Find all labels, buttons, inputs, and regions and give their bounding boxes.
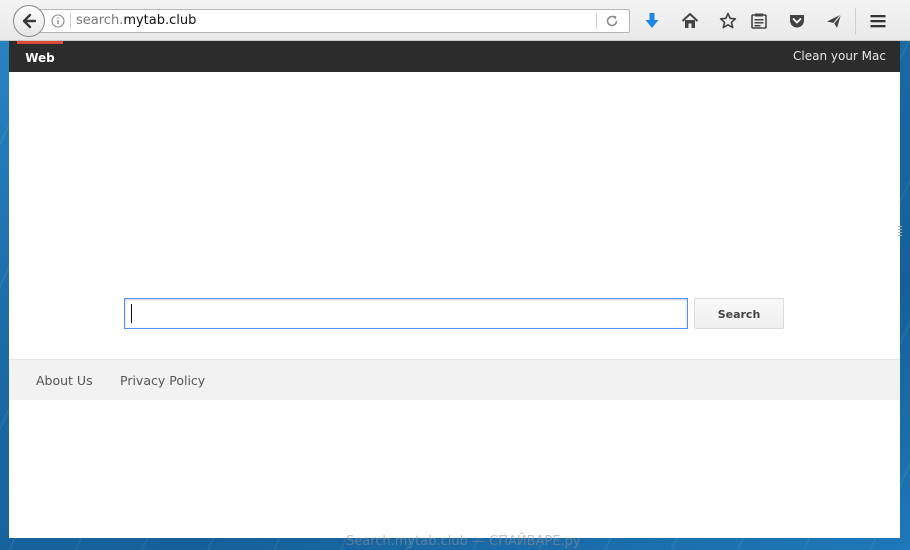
- browser-window: search.mytab.club Web Clean your Mac Sea…: [0, 0, 910, 550]
- hamburger-menu-icon: [870, 15, 886, 28]
- top-navigation-bar: Web Clean your Mac: [9, 41, 900, 72]
- resize-handle[interactable]: [898, 226, 902, 238]
- share-button[interactable]: [824, 11, 844, 31]
- pocket-icon: [790, 15, 804, 28]
- star-icon: [719, 12, 737, 29]
- reload-separator: [596, 13, 597, 29]
- menu-button[interactable]: [868, 11, 888, 31]
- search-input[interactable]: [124, 298, 688, 329]
- reload-icon[interactable]: [604, 13, 620, 29]
- home-icon: [681, 13, 699, 28]
- watermark-text: Search.mytab.club — СПАЙВАРЕ.ру: [346, 534, 581, 549]
- about-us-link[interactable]: About Us: [36, 360, 93, 401]
- back-button[interactable]: [13, 5, 45, 37]
- url-domain: mytab.club: [123, 13, 197, 28]
- toolbar-divider: [855, 8, 856, 34]
- url-text[interactable]: search.mytab.club: [76, 13, 196, 29]
- nav-tab-web[interactable]: Web: [17, 41, 63, 72]
- browser-toolbar: search.mytab.club: [0, 0, 910, 41]
- text-caret: [131, 304, 132, 323]
- reading-list-button[interactable]: [749, 11, 769, 31]
- send-icon: [827, 14, 842, 28]
- search-button[interactable]: Search: [694, 298, 784, 329]
- page-content: Web Clean your Mac Search About Us Priva…: [9, 41, 900, 538]
- url-prefix: search.: [76, 13, 124, 28]
- clean-your-mac-link[interactable]: Clean your Mac: [793, 41, 886, 72]
- bookmark-button[interactable]: [718, 11, 738, 31]
- reading-list-icon: [751, 13, 767, 29]
- privacy-policy-link[interactable]: Privacy Policy: [120, 360, 205, 401]
- back-arrow-icon: [22, 13, 37, 29]
- download-icon: [645, 13, 659, 28]
- url-bar[interactable]: search.mytab.club: [40, 9, 630, 33]
- home-button[interactable]: [680, 11, 700, 31]
- download-button[interactable]: [642, 11, 662, 31]
- url-separator: [70, 13, 71, 29]
- pocket-button[interactable]: [787, 11, 807, 31]
- footer: About Us Privacy Policy: [9, 359, 900, 400]
- info-icon[interactable]: [51, 14, 65, 28]
